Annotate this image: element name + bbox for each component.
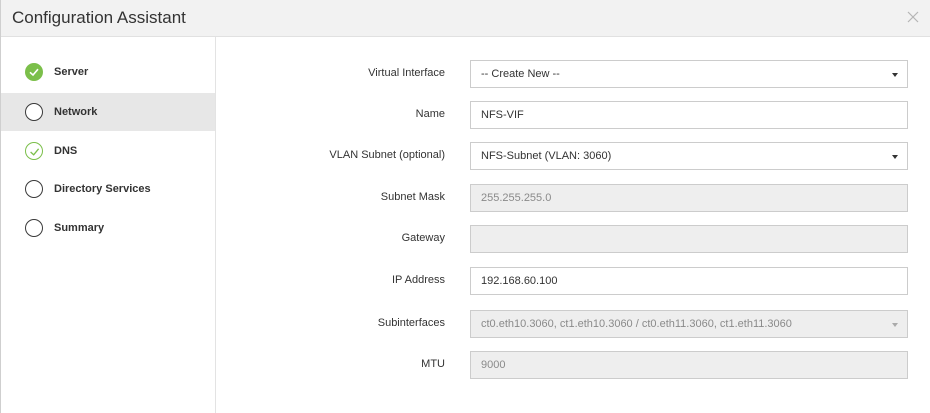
vlan-subnet-select[interactable]: NFS-Subnet (VLAN: 3060) xyxy=(470,142,908,170)
network-form: Virtual Interface -- Create New -- Name … xyxy=(216,37,930,413)
empty-circle-icon xyxy=(25,219,43,237)
step-directory-services[interactable]: Directory Services xyxy=(1,170,215,208)
gateway-label: Gateway xyxy=(401,232,445,244)
gateway-input xyxy=(470,225,908,253)
close-icon xyxy=(907,11,919,23)
ip-address-label: IP Address xyxy=(392,274,445,286)
step-server[interactable]: Server xyxy=(1,53,215,91)
ip-address-value: 192.168.60.100 xyxy=(481,275,558,287)
virtual-interface-label: Virtual Interface xyxy=(368,67,445,79)
row-subinterfaces: Subinterfaces ct0.eth10.3060, ct1.eth10.… xyxy=(216,310,930,338)
step-dns[interactable]: DNS xyxy=(1,132,215,170)
empty-circle-icon xyxy=(25,103,43,121)
chevron-down-icon xyxy=(892,323,898,327)
step-label: Summary xyxy=(54,222,105,234)
mtu-input: 9000 xyxy=(470,351,908,379)
ip-address-input[interactable]: 192.168.60.100 xyxy=(470,267,908,295)
name-value: NFS-VIF xyxy=(481,109,524,121)
chevron-down-icon xyxy=(892,155,898,159)
configuration-assistant-dialog: Configuration Assistant Server Network D… xyxy=(0,0,930,413)
name-label: Name xyxy=(415,108,445,120)
row-ip-address: IP Address 192.168.60.100 xyxy=(216,267,930,295)
empty-circle-icon xyxy=(25,180,43,198)
row-mtu: MTU 9000 xyxy=(216,351,930,379)
dialog-titlebar: Configuration Assistant xyxy=(1,0,930,37)
subinterfaces-label: Subinterfaces xyxy=(377,317,445,329)
row-name: Name NFS-VIF xyxy=(216,101,930,129)
subnet-mask-input: 255.255.255.0 xyxy=(470,184,908,212)
close-button[interactable] xyxy=(904,8,922,26)
check-circle-filled-icon xyxy=(25,63,43,81)
name-input[interactable]: NFS-VIF xyxy=(470,101,908,129)
check-circle-outline-icon xyxy=(25,142,43,160)
mtu-value: 9000 xyxy=(481,359,506,371)
step-network[interactable]: Network xyxy=(1,93,215,131)
step-label: DNS xyxy=(54,145,78,157)
virtual-interface-value: -- Create New -- xyxy=(481,68,560,80)
subnet-mask-value: 255.255.255.0 xyxy=(481,192,552,204)
wizard-steps-sidebar: Server Network DNS Directory Services Su… xyxy=(1,37,216,413)
vlan-subnet-label: VLAN Subnet (optional) xyxy=(329,149,445,161)
row-virtual-interface: Virtual Interface -- Create New -- xyxy=(216,60,930,88)
row-subnet-mask: Subnet Mask 255.255.255.0 xyxy=(216,184,930,212)
step-summary[interactable]: Summary xyxy=(1,209,215,247)
mtu-label: MTU xyxy=(421,358,445,370)
step-label: Network xyxy=(54,106,98,118)
step-label: Directory Services xyxy=(54,183,151,195)
step-label: Server xyxy=(54,66,89,78)
dialog-title: Configuration Assistant xyxy=(12,8,186,27)
subinterfaces-value: ct0.eth10.3060, ct1.eth10.3060 / ct0.eth… xyxy=(481,318,792,330)
row-gateway: Gateway xyxy=(216,225,930,253)
row-vlan-subnet: VLAN Subnet (optional) NFS-Subnet (VLAN:… xyxy=(216,142,930,170)
chevron-down-icon xyxy=(892,73,898,77)
virtual-interface-select[interactable]: -- Create New -- xyxy=(470,60,908,88)
vlan-subnet-value: NFS-Subnet (VLAN: 3060) xyxy=(481,150,612,162)
subinterfaces-select: ct0.eth10.3060, ct1.eth10.3060 / ct0.eth… xyxy=(470,310,908,338)
subnet-mask-label: Subnet Mask xyxy=(380,191,445,203)
